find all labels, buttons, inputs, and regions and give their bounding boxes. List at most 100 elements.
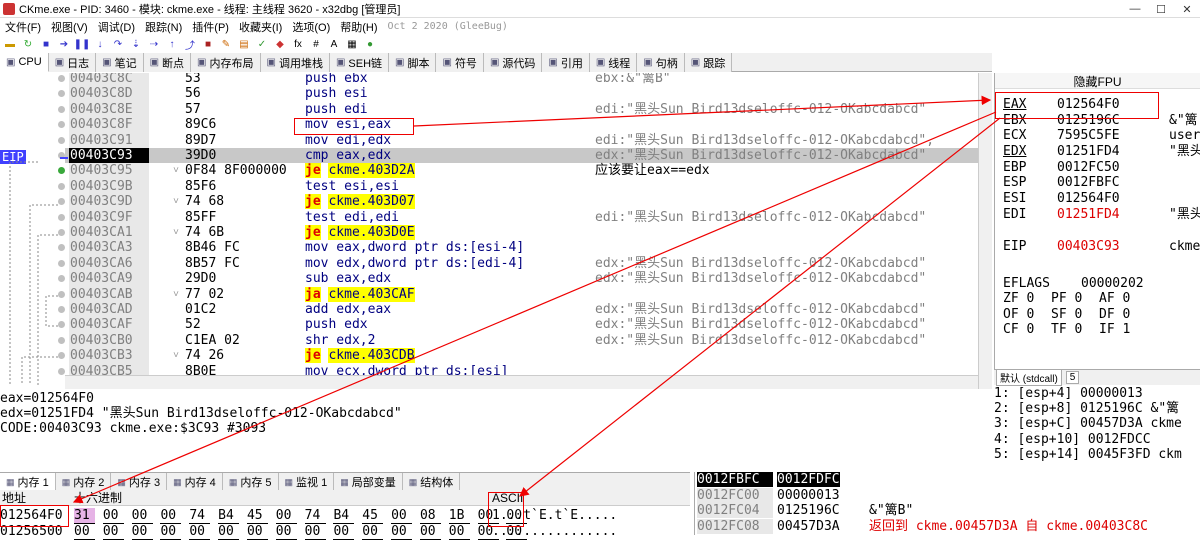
breakpoint-dot[interactable] [58, 152, 65, 159]
pause-icon[interactable]: ❚❚ [74, 37, 91, 51]
disasm-row[interactable]: 00403C93 39D0 cmp eax,edx edx:"黑头Sun Bird13… [58, 148, 978, 164]
patch-icon[interactable]: ✎ [218, 37, 234, 51]
disasm-row[interactable]: 00403CA3 8B46 FC mov eax,dword ptr ds:[esi… [58, 240, 978, 256]
disasm-row[interactable]: 00403C8E 57 push edi edi:"黑头Sun Bird13dselo… [58, 101, 978, 118]
breakpoint-dot[interactable] [58, 367, 65, 375]
disasm-row[interactable]: 00403C9B 85F6 test esi,esi [58, 178, 978, 195]
flag-zf[interactable]: ZF 0 [1003, 291, 1034, 306]
tab-13[interactable]: ▣ 跟踪 [684, 53, 733, 72]
maximize-button[interactable]: ☐ [1148, 0, 1174, 18]
disasm-row[interactable]: 00403C9D ˅ 74 68 je ckme.403D07 [58, 194, 978, 210]
menu-item-1[interactable]: 视图(V) [46, 19, 93, 35]
menu-item-2[interactable]: 调试(D) [93, 19, 140, 35]
restart-icon[interactable]: ↻ [20, 37, 36, 51]
disasm-row[interactable]: 00403C8D 56 push esi [58, 86, 978, 102]
menu-item-3[interactable]: 跟踪(N) [140, 19, 187, 35]
disasm-row[interactable]: 00403C95 ˅ 0F84 8F000000 je ckme.403D2A 应该要让… [58, 163, 978, 179]
close-button[interactable]: ✕ [1174, 0, 1200, 18]
stack-row[interactable]: 0012FC00 00000013 [695, 487, 1200, 503]
comment-icon[interactable]: ▤ [236, 37, 252, 51]
flag-sf[interactable]: SF 0 [1051, 307, 1082, 322]
hide-fpu-button[interactable]: 隐藏FPU [995, 73, 1200, 89]
stack-row[interactable]: 0012FBFC 0012FDFC [695, 472, 1200, 487]
tab-11[interactable]: ▣ 线程 [589, 53, 638, 72]
register-esp[interactable]: ESP 0012FBFC [1003, 175, 1169, 190]
disasm-row[interactable]: 00403CAF 52 push edx edx:"黑头Sun Bird13dselo… [58, 317, 978, 333]
trace-over-icon[interactable]: ⇢ [146, 37, 162, 51]
tab-2[interactable]: ▣ 笔记 [96, 53, 144, 72]
memory-tab-5[interactable]: ▦ 监视 1 [279, 473, 335, 491]
memory-tab-4[interactable]: ▦ 内存 5 [223, 473, 279, 491]
breakpoint-dot[interactable] [58, 290, 65, 298]
tab-5[interactable]: ▣ 调用堆栈 [260, 53, 330, 72]
stack-row[interactable]: 0012FC04 0125196C &"篱B" [695, 503, 1200, 518]
breakpoint-dot[interactable] [58, 182, 65, 190]
settings-icon[interactable]: ● [362, 37, 378, 51]
memory-tab-0[interactable]: ▦ 内存 1 [0, 473, 56, 491]
run-icon[interactable]: ➔ [56, 37, 72, 51]
flag-af[interactable]: AF 0 [1099, 291, 1130, 306]
disasm-row[interactable]: 00403CA1 ˅ 74 6B je ckme.403D0E [58, 225, 978, 241]
run-to-user-icon[interactable]: ⤴ [182, 37, 198, 52]
disasm-row[interactable]: 00403CB3 ˅ 74 26 je ckme.403CDB [58, 348, 978, 364]
scylla-icon[interactable]: ■ [200, 37, 216, 51]
disasm-row[interactable]: 00403CAB ˅ 77 02 ja ckme.403CAF [58, 286, 978, 302]
registers-panel[interactable]: 隐藏FPU EAX 012564F0 EBX 0125196C &"篱 ECX 7595C5… [994, 73, 1200, 369]
tab-3[interactable]: ▣ 断点 [143, 53, 192, 72]
breakpoint-dot[interactable] [58, 75, 65, 82]
flag-of[interactable]: OF 0 [1003, 307, 1034, 322]
font-icon[interactable]: A [326, 37, 342, 51]
register-ecx[interactable]: ECX 7595C5FE user [1003, 128, 1200, 143]
stack-row[interactable]: 0012FC08 00457D3A 返回到 ckme.00457D3A 自 ckme… [695, 518, 1200, 534]
disassembly-view[interactable]: 00403C8C 53 push ebx ebx:&"篱B" 00403C8D 56 pus… [0, 73, 978, 389]
function-icon[interactable]: fx [290, 37, 306, 51]
register-ebx[interactable]: EBX 0125196C &"篱 [1003, 113, 1198, 128]
disasm-row[interactable]: 00403CB0 C1EA 02 shr edx,2 edx:"黑头Sun Bird1… [58, 332, 978, 349]
tab-12[interactable]: ▣ 句柄 [637, 53, 685, 72]
tab-7[interactable]: ▣ 脚本 [389, 53, 437, 72]
disassembly-scrollbar[interactable] [978, 73, 992, 389]
step-into-icon[interactable]: ↓ [92, 37, 108, 51]
memory-tab-2[interactable]: ▦ 内存 3 [111, 473, 168, 491]
register-ebp[interactable]: EBP 0012FC50 [1003, 160, 1169, 175]
disasm-row[interactable]: 00403C91 89D7 mov edi,edx edi:"黑头Sun Bird13… [58, 132, 978, 148]
hash-icon[interactable]: # [308, 37, 324, 51]
calling-convention-select[interactable]: 默认 (stdcall) [996, 369, 1062, 386]
breakpoint-dot[interactable] [58, 136, 65, 144]
dump-row[interactable]: 01256500 00 00 00 00 00 00 00 00 00 00 00… [0, 524, 690, 540]
disasm-row[interactable]: 00403CA6 8B57 FC mov edx,dword ptr ds:[edi… [58, 255, 978, 272]
breakpoint-dot[interactable] [58, 306, 65, 313]
arg-count-spinner[interactable]: 5 [1065, 371, 1080, 384]
register-esi[interactable]: ESI 012564F0 [1003, 191, 1169, 206]
disassembly-hscrollbar[interactable] [65, 375, 978, 389]
memory-tab-1[interactable]: ▦ 内存 2 [56, 473, 112, 491]
minimize-button[interactable]: — [1122, 0, 1148, 18]
memory-tab-7[interactable]: ▦ 结构体 [403, 473, 461, 491]
breakpoint-dot[interactable] [58, 336, 65, 344]
tab-9[interactable]: ▣ 源代码 [483, 53, 543, 72]
tab-8[interactable]: ▣ 符号 [436, 53, 484, 72]
register-edi[interactable]: EDI 01251FD4 "黑头 [1003, 207, 1200, 222]
step-over-icon[interactable]: ↷ [110, 37, 126, 51]
breakpoint-dot[interactable] [58, 259, 65, 267]
flag-df[interactable]: DF 0 [1099, 307, 1130, 322]
flag-cf[interactable]: CF 0 [1003, 322, 1034, 337]
menu-item-7[interactable]: 帮助(H) [335, 19, 382, 35]
tab-1[interactable]: ▣ 日志 [48, 53, 97, 72]
menu-item-4[interactable]: 插件(P) [187, 19, 234, 35]
tab-10[interactable]: ▣ 引用 [542, 53, 590, 72]
dump-row[interactable]: 012564F0 31 00 00 00 74 B4 45 00 74 B4 45… [0, 508, 690, 524]
flag-if[interactable]: IF 1 [1099, 322, 1130, 337]
disasm-row[interactable]: 00403C8C 53 push ebx ebx:&"篱B" [58, 73, 978, 87]
stop-icon[interactable]: ■ [38, 37, 54, 51]
trace-into-icon[interactable]: ⇣ [128, 37, 144, 51]
menu-item-5[interactable]: 收藏夹(I) [234, 19, 287, 35]
breakpoint-dot[interactable] [58, 105, 65, 113]
flag-tf[interactable]: TF 0 [1051, 322, 1082, 337]
memory-tab-3[interactable]: ▦ 内存 4 [167, 473, 223, 491]
tab-6[interactable]: ▣ SEH链 [329, 53, 390, 72]
register-eax[interactable]: EAX 012564F0 [1003, 97, 1169, 112]
menu-item-6[interactable]: 选项(O) [287, 19, 335, 35]
open-icon[interactable]: ▬ [2, 37, 18, 51]
register-eip[interactable]: EIP 00403C93 ckme [1003, 239, 1200, 254]
